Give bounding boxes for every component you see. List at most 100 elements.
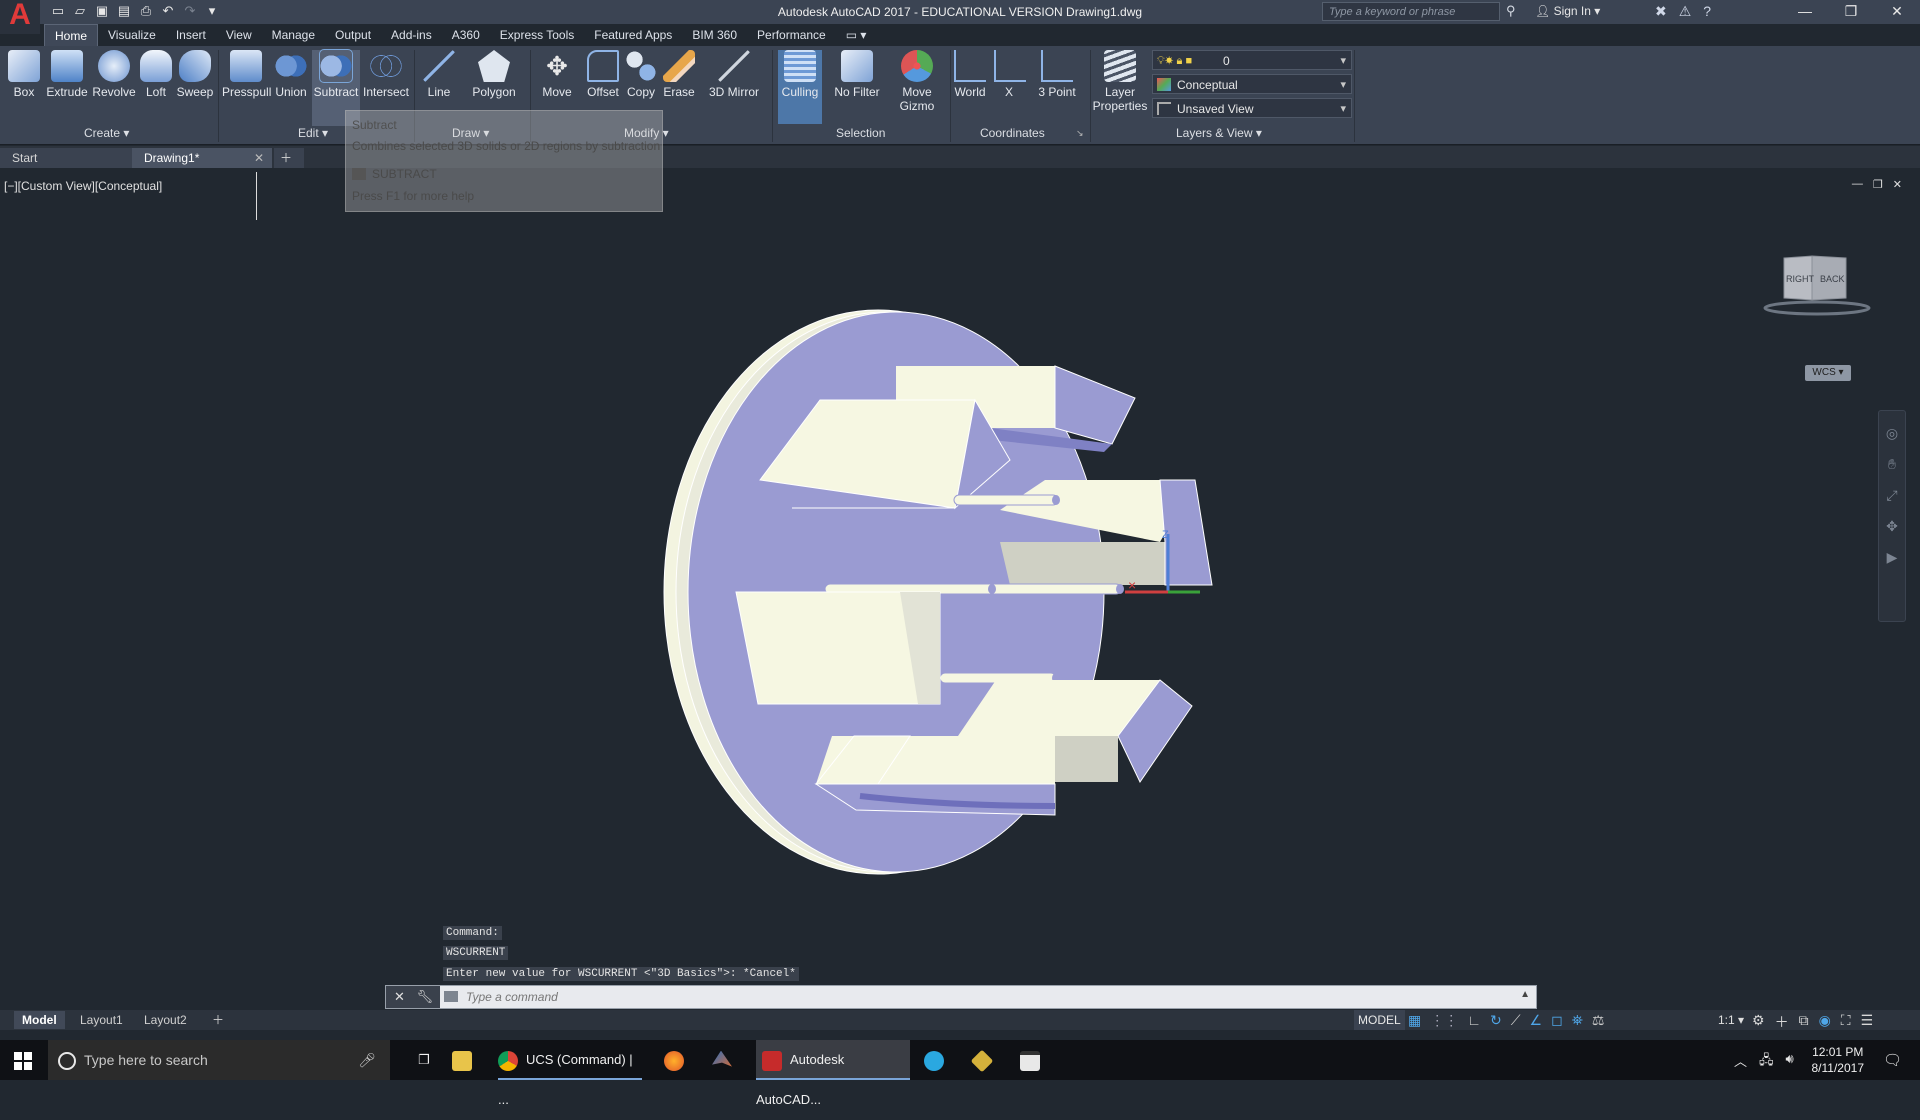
pan-hand-icon[interactable]: ✋︎: [1879, 456, 1905, 473]
viewcube-back-face[interactable]: BACK: [1820, 274, 1845, 284]
redo-icon[interactable]: ↷: [182, 3, 198, 19]
viewcube-right-face[interactable]: RIGHT: [1786, 274, 1815, 284]
add-layout-icon[interactable]: ＋: [204, 1011, 232, 1029]
isodraft-icon[interactable]: ⟋: [1511, 1012, 1521, 1029]
firefox-button[interactable]: [664, 1040, 692, 1080]
sweep-button[interactable]: Sweep: [176, 50, 214, 99]
tab-model[interactable]: Model: [14, 1011, 65, 1029]
task-view-button[interactable]: ❐: [404, 1040, 444, 1080]
minimize-window-button[interactable]: —: [1782, 0, 1828, 24]
ucs-3-point-button[interactable]: 3 Point: [1034, 50, 1080, 99]
new-file-icon[interactable]: ▭: [50, 3, 66, 19]
extrude-button[interactable]: Extrude: [46, 50, 88, 99]
3d-model[interactable]: Z ×: [0, 170, 1920, 1008]
layer-dropdown[interactable]: 💡︎☀︎ 🔒︎ ■ 0: [1152, 50, 1352, 71]
3d-mirror-button[interactable]: 3D Mirror: [704, 50, 764, 99]
erase-button[interactable]: Erase: [662, 50, 696, 99]
layer-properties-button[interactable]: Layer Properties: [1092, 50, 1148, 113]
tab-drawing1[interactable]: Drawing1* ✕: [132, 148, 272, 168]
close-window-button[interactable]: ✕: [1874, 0, 1920, 24]
tab-output[interactable]: Output: [325, 24, 381, 46]
task-chrome-ucs[interactable]: UCS (Command) | ...: [498, 1040, 642, 1107]
exchange-apps-icon[interactable]: ✖: [1655, 3, 1667, 20]
viewcube[interactable]: RIGHT BACK: [1762, 250, 1872, 320]
show-hidden-icons-icon[interactable]: ︿: [1734, 1051, 1747, 1073]
annotation-visibility-icon[interactable]: ⛯: [1572, 1012, 1583, 1029]
windows-start-button[interactable]: [14, 1052, 32, 1070]
matlab-button[interactable]: [712, 1040, 740, 1080]
app-button[interactable]: [970, 1040, 1000, 1080]
annotation-scale-icon[interactable]: ⚖︎: [1592, 1012, 1605, 1029]
tab-home[interactable]: Home: [44, 24, 99, 46]
file-explorer-button[interactable]: [452, 1040, 480, 1080]
taskbar-search-box[interactable]: Type here to search 🎤︎: [48, 1040, 390, 1080]
box-button[interactable]: Box: [6, 50, 42, 99]
annotation-scale-dropdown[interactable]: 1:1 ▾: [1718, 1013, 1744, 1027]
wcs-menu-button[interactable]: WCS ▾: [1805, 365, 1851, 381]
polygon-button[interactable]: Polygon: [468, 50, 520, 99]
group-layers-view-label[interactable]: Layers & View ▾: [1176, 126, 1262, 140]
qat-dropdown-icon[interactable]: ▾: [204, 3, 220, 19]
ucs-x-button[interactable]: X: [994, 50, 1026, 99]
calendar-app-button[interactable]: [1020, 1040, 1048, 1080]
task-autocad[interactable]: Autodesk AutoCAD...: [756, 1040, 910, 1107]
ucs-world-button[interactable]: World: [952, 50, 988, 99]
ribbon-options-icon[interactable]: ▭ ▾: [836, 24, 877, 46]
customization-menu-icon[interactable]: ☰: [1861, 1012, 1874, 1032]
offset-button[interactable]: Offset: [584, 50, 622, 99]
drawing-viewport[interactable]: [−][Custom View][Conceptual] — ❐ ✕ Z × R…: [0, 170, 1920, 1008]
visual-style-dropdown[interactable]: Conceptual: [1152, 74, 1352, 95]
microphone-icon[interactable]: 🎤︎: [358, 1040, 376, 1080]
named-view-dropdown[interactable]: Unsaved View: [1152, 98, 1352, 119]
tab-visualize[interactable]: Visualize: [98, 24, 166, 46]
tab-bim-360[interactable]: BIM 360: [682, 24, 747, 46]
showmotion-icon[interactable]: ▶: [1879, 549, 1905, 566]
tab-layout1[interactable]: Layout1: [72, 1011, 131, 1029]
action-center-icon[interactable]: 🗨︎: [1883, 1051, 1902, 1069]
close-tab-icon[interactable]: ✕: [254, 148, 264, 168]
move-gizmo-button[interactable]: Move Gizmo: [892, 50, 942, 113]
line-button[interactable]: Line: [420, 50, 458, 99]
command-history-toggle-icon[interactable]: ▲: [1520, 989, 1530, 1000]
object-snap-icon[interactable]: ◻: [1551, 1012, 1563, 1029]
move-button[interactable]: ✥ Move: [538, 50, 576, 99]
restore-window-button[interactable]: ❐: [1828, 0, 1874, 24]
command-line[interactable]: ✕ 🔧︎ Type a command ▲: [385, 985, 1537, 1009]
copy-button[interactable]: Copy: [624, 50, 658, 99]
customize-command-line-icon[interactable]: 🔧︎: [417, 989, 434, 1004]
undo-icon[interactable]: ↶: [160, 3, 176, 19]
zoom-extents-icon[interactable]: ⤢: [1879, 487, 1905, 504]
steering-wheel-icon[interactable]: ◎: [1879, 425, 1905, 442]
revolve-button[interactable]: Revolve: [92, 50, 136, 99]
open-file-icon[interactable]: ▱: [72, 3, 88, 19]
object-snap-tracking-icon[interactable]: ∠: [1530, 1012, 1543, 1029]
tab-performance[interactable]: Performance: [747, 24, 836, 46]
presspull-button[interactable]: Presspull: [222, 50, 271, 99]
tab-featured-apps[interactable]: Featured Apps: [584, 24, 682, 46]
autodesk-a360-icon[interactable]: ⚠: [1679, 3, 1692, 20]
ortho-icon[interactable]: ∟: [1467, 1012, 1481, 1029]
print-icon[interactable]: ⎙: [138, 3, 154, 19]
model-space-toggle[interactable]: MODEL: [1354, 1010, 1405, 1030]
hardware-acceleration-icon[interactable]: ⧉: [1799, 1012, 1809, 1032]
save-icon[interactable]: ▣: [94, 3, 110, 19]
clean-screen-icon[interactable]: ⛶: [1841, 1012, 1851, 1032]
coordinates-dialog-launcher-icon[interactable]: ↘: [1076, 128, 1084, 139]
snap-mode-icon[interactable]: ⋮⋮: [1430, 1012, 1458, 1029]
tab-add-ins[interactable]: Add-ins: [381, 24, 442, 46]
tab-view[interactable]: View: [216, 24, 262, 46]
help-icon[interactable]: ?: [1703, 3, 1711, 20]
command-input[interactable]: Type a command: [466, 986, 558, 1008]
tab-a360[interactable]: A360: [442, 24, 490, 46]
intersect-button[interactable]: Intersect: [362, 50, 410, 99]
tab-insert[interactable]: Insert: [166, 24, 216, 46]
plus-icon[interactable]: ＋: [1775, 1012, 1789, 1032]
culling-button[interactable]: Culling: [778, 50, 822, 124]
help-search-input[interactable]: Type a keyword or phrase: [1322, 2, 1500, 21]
application-menu-button[interactable]: A: [0, 0, 40, 34]
skype-button[interactable]: [924, 1040, 952, 1080]
volume-icon[interactable]: 🔊︎: [1786, 1051, 1794, 1073]
group-create-label[interactable]: Create ▾: [84, 126, 129, 140]
save-as-icon[interactable]: ▤: [116, 3, 132, 19]
tab-start[interactable]: Start: [0, 148, 140, 168]
